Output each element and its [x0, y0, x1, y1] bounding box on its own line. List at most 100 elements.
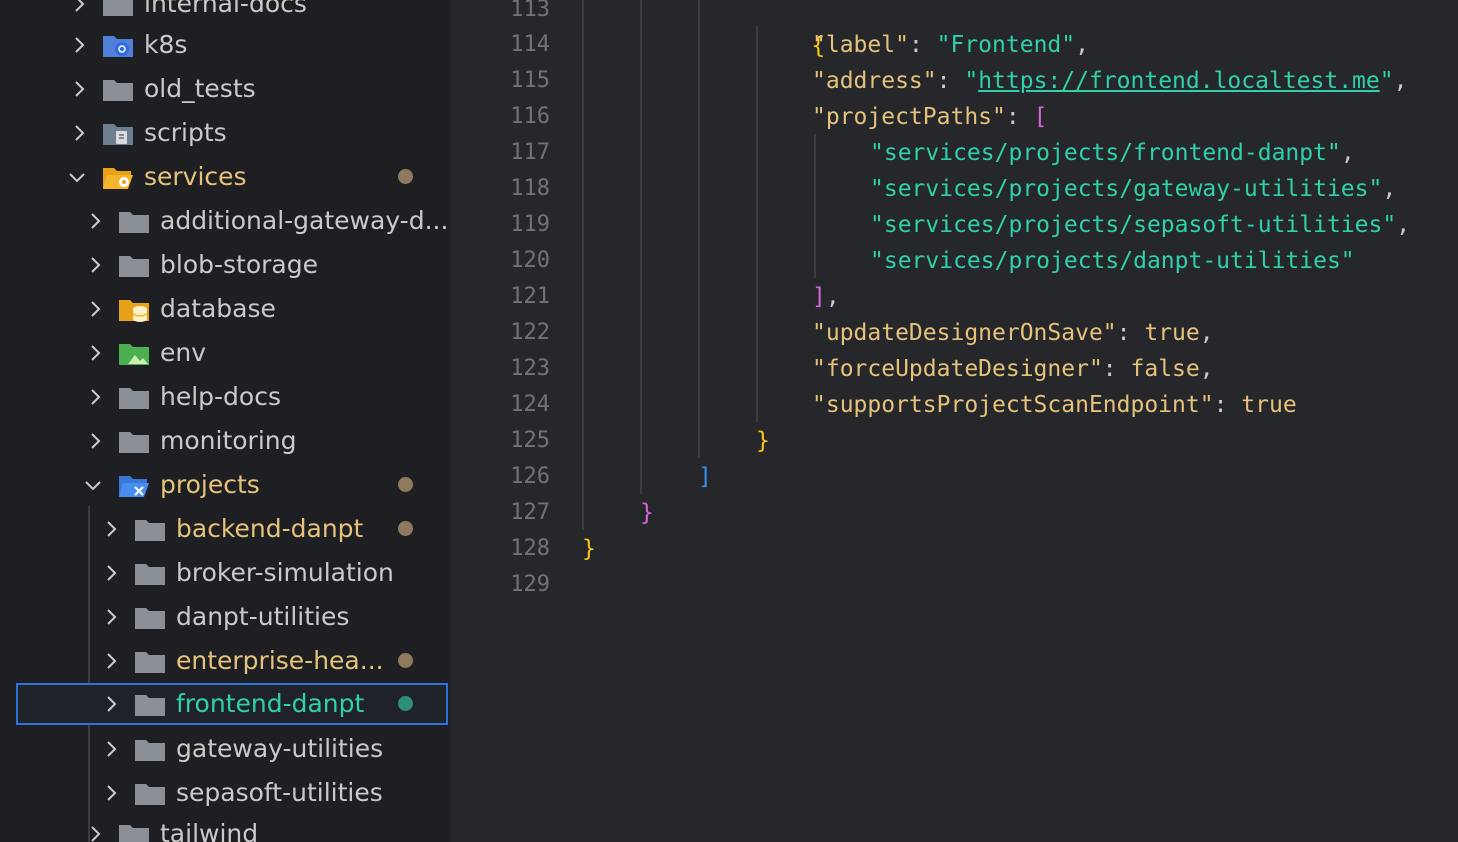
chevron-right-icon	[84, 386, 106, 408]
code-line-114: "label": "Frontend",	[812, 27, 1089, 63]
code-line-117: "services/projects/frontend-danpt",	[870, 135, 1355, 171]
line-number: 124	[510, 392, 550, 417]
code-line-118: "services/projects/gateway-utilities",	[870, 171, 1396, 207]
comma: ,	[1340, 140, 1355, 166]
tree-item-help-docs[interactable]: help-docs	[0, 375, 450, 419]
bracket: ]	[698, 464, 712, 490]
chevron-right-icon	[84, 430, 106, 452]
line-number: 114	[510, 32, 550, 57]
folder-icon	[134, 560, 166, 586]
line-number: 127	[510, 500, 550, 525]
kubernetes-folder-icon	[102, 32, 134, 58]
code-editor[interactable]: 113 114 115 116 117 118 119 120 121 122 …	[450, 0, 1458, 842]
json-key: "updateDesignerOnSave"	[812, 320, 1117, 346]
tree-item-tailwind[interactable]: tailwind	[0, 812, 450, 842]
comma: ,	[825, 284, 840, 310]
chevron-right-icon	[100, 518, 122, 540]
tree-item-additional-gateway[interactable]: additional-gateway-d...	[0, 199, 450, 243]
chevron-right-icon	[68, 78, 90, 100]
tree-item-sepasoft-utilities[interactable]: sepasoft-utilities	[0, 771, 450, 815]
tree-item-label: danpt-utilities	[176, 602, 350, 631]
code-line-128: }	[582, 531, 596, 567]
json-boolean: false	[1130, 356, 1200, 382]
tree-item-k8s[interactable]: k8s	[0, 23, 450, 67]
tree-item-label: tailwind	[160, 819, 259, 842]
comma: ,	[1199, 356, 1214, 382]
folder-icon	[134, 516, 166, 542]
tree-item-danpt-utilities[interactable]: danpt-utilities	[0, 595, 450, 639]
line-number: 128	[510, 536, 550, 561]
indent-guide	[582, 0, 584, 530]
tree-item-label: broker-simulation	[176, 558, 394, 587]
json-string: "services/projects/frontend-danpt"	[870, 140, 1341, 166]
chevron-right-icon	[68, 122, 90, 144]
json-key: "label"	[812, 32, 909, 58]
code-line-122: "updateDesignerOnSave": true,	[812, 315, 1214, 351]
json-key: "supportsProjectScanEndpoint"	[812, 392, 1214, 418]
json-string: "services/projects/sepasoft-utilities"	[870, 212, 1397, 238]
tree-item-enterprise[interactable]: enterprise-hea...	[0, 639, 450, 683]
line-number: 121	[510, 284, 550, 309]
projects-folder-open-icon	[118, 472, 150, 498]
tree-item-env[interactable]: env	[0, 331, 450, 375]
brace: }	[756, 428, 770, 454]
chevron-down-icon	[82, 474, 104, 496]
modified-status-dot	[398, 521, 413, 536]
folder-icon	[118, 384, 150, 410]
chevron-right-icon	[84, 298, 106, 320]
comma: ,	[1393, 68, 1408, 94]
line-number: 120	[510, 248, 550, 273]
tree-item-gateway-utilities[interactable]: gateway-utilities	[0, 727, 450, 771]
tree-item-broker-simulation[interactable]: broker-simulation	[0, 551, 450, 595]
tree-item-services[interactable]: services	[0, 155, 450, 199]
chevron-right-icon	[84, 823, 106, 842]
line-number: 125	[510, 428, 550, 453]
url-link[interactable]: https://frontend.localtest.me	[978, 68, 1380, 94]
tree-item-projects[interactable]: projects	[0, 463, 450, 507]
modified-status-dot	[398, 169, 413, 184]
folder-icon	[134, 691, 166, 717]
chevron-right-icon	[100, 782, 122, 804]
tree-item-label: gateway-utilities	[176, 734, 384, 763]
tree-item-database[interactable]: database	[0, 287, 450, 331]
bracket: ]	[812, 284, 826, 310]
tree-item-label: database	[160, 294, 276, 323]
env-folder-icon	[118, 340, 150, 366]
line-number: 118	[510, 176, 550, 201]
tree-item-label: services	[144, 162, 247, 191]
code-line-126: ]	[698, 459, 712, 495]
tree-item-label: blob-storage	[160, 250, 318, 279]
tree-item-label: monitoring	[160, 426, 297, 455]
scripts-folder-icon	[102, 120, 134, 146]
tree-item-label: additional-gateway-d...	[160, 206, 449, 235]
modified-status-dot	[398, 477, 413, 492]
chevron-right-icon	[100, 650, 122, 672]
folder-icon	[134, 780, 166, 806]
code-line-120: "services/projects/danpt-utilities"	[870, 243, 1355, 279]
tree-item-backend-danpt[interactable]: backend-danpt	[0, 507, 450, 551]
tree-item-label: sepasoft-utilities	[176, 778, 383, 807]
line-number: 117	[510, 140, 550, 165]
untracked-status-dot	[398, 696, 413, 711]
tree-item-old-tests[interactable]: old_tests	[0, 67, 450, 111]
database-folder-icon	[118, 296, 150, 322]
folder-icon	[118, 252, 150, 278]
comma: ,	[1199, 320, 1214, 346]
line-number: 119	[510, 212, 550, 237]
comma: ,	[1396, 212, 1411, 238]
tree-item-scripts[interactable]: scripts	[0, 111, 450, 155]
tree-item-monitoring[interactable]: monitoring	[0, 419, 450, 463]
tree-item-frontend-danpt[interactable]: frontend-danpt	[16, 683, 448, 725]
code-line-124: "supportsProjectScanEndpoint": true	[812, 387, 1297, 423]
comma: ,	[1382, 176, 1397, 202]
quote: "	[964, 68, 979, 94]
chevron-right-icon	[100, 606, 122, 628]
services-folder-open-icon	[102, 164, 134, 190]
line-number: 116	[510, 104, 550, 129]
chevron-right-icon	[68, 0, 90, 15]
chevron-right-icon	[84, 254, 106, 276]
folder-icon	[134, 604, 166, 630]
tree-item-label: backend-danpt	[176, 514, 364, 543]
code-line-119: "services/projects/sepasoft-utilities",	[870, 207, 1410, 243]
tree-item-blob-storage[interactable]: blob-storage	[0, 243, 450, 287]
